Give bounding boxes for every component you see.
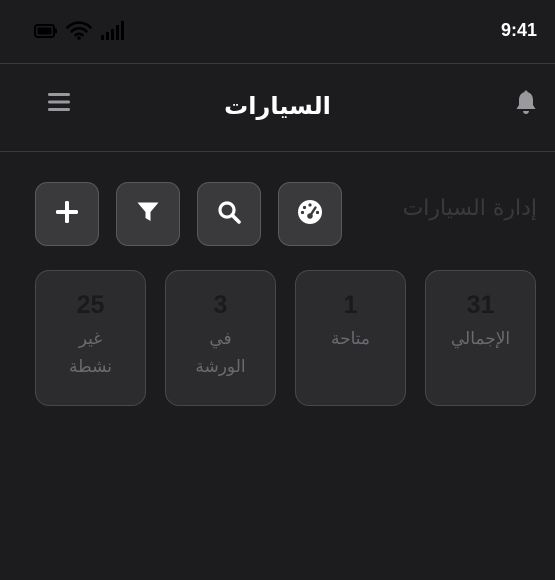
status-time: 9:41	[500, 20, 537, 40]
app-header: السيارات	[0, 64, 555, 152]
stat-card-workshop[interactable]: 3 في الورشة	[165, 270, 276, 406]
filter-icon	[136, 200, 160, 228]
stat-label: غير نشطة	[69, 329, 112, 377]
search-icon	[217, 200, 241, 228]
status-bar: 9:41	[0, 0, 555, 64]
add-button[interactable]	[35, 182, 99, 246]
stat-label: متاحة	[330, 329, 371, 349]
stat-value: 31	[466, 291, 495, 319]
stat-label: الإجمالي	[450, 329, 511, 349]
stat-value: 3	[213, 291, 228, 319]
signal-icon	[100, 20, 126, 44]
stat-card-total[interactable]: 31 الإجمالي	[425, 270, 536, 406]
screen: 9:41 السيارات إدارة السيارات 25 غير نشطة…	[0, 0, 555, 580]
battery-icon	[34, 23, 58, 42]
dashboard-button[interactable]	[278, 182, 342, 246]
stat-card-inactive[interactable]: 25 غير نشطة	[35, 270, 146, 406]
stat-value: 1	[343, 291, 358, 319]
page-title: السيارات	[224, 92, 331, 120]
bell-icon[interactable]	[515, 90, 537, 116]
stat-value: 25	[76, 291, 105, 319]
status-icons	[34, 20, 126, 44]
stat-card-available[interactable]: 1 متاحة	[295, 270, 406, 406]
filter-button[interactable]	[116, 182, 180, 246]
wifi-icon	[66, 20, 92, 44]
dashboard-icon	[297, 199, 323, 229]
section-title: إدارة السيارات	[402, 196, 537, 221]
search-button[interactable]	[197, 182, 261, 246]
plus-icon	[55, 200, 79, 228]
stat-label: في الورشة	[195, 329, 246, 377]
